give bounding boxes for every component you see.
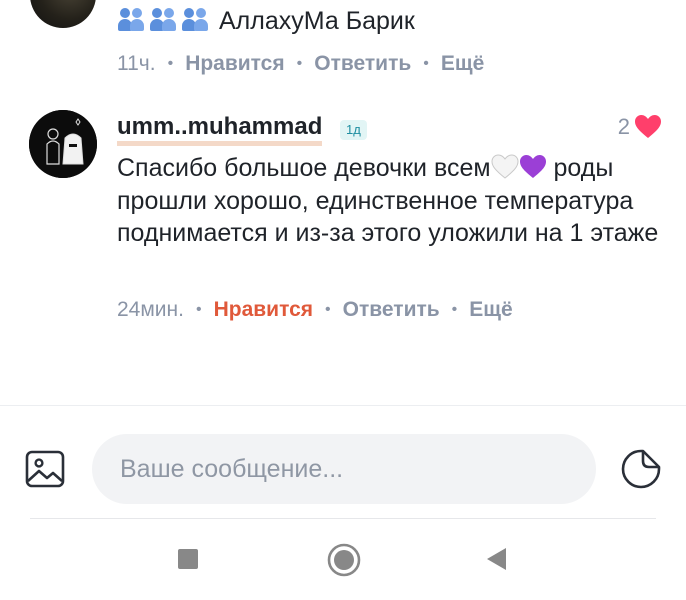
home-icon[interactable]	[327, 543, 361, 577]
separator-dot: •	[296, 55, 303, 72]
separator-dot: •	[451, 301, 458, 318]
comment-time: 11ч.	[117, 52, 156, 75]
reply-link[interactable]: Ответить	[314, 52, 411, 76]
divider	[0, 405, 686, 406]
username[interactable]: umm..muhammad	[117, 114, 323, 146]
comment-text: АллахуМа Барик	[219, 7, 415, 35]
like-link[interactable]: Нравится	[185, 52, 284, 76]
back-icon[interactable]	[484, 546, 508, 572]
more-link[interactable]: Ещё	[441, 52, 484, 76]
system-nav-bar	[0, 530, 686, 600]
separator-dot: •	[167, 55, 174, 72]
comment-text: Спасибо большое девочки всем роды прошли…	[117, 152, 665, 250]
comment-meta: 24мин. • Нравится • Ответить • Ещё	[117, 298, 513, 322]
avatar[interactable]	[30, 0, 96, 28]
people-holding-hands-icon	[181, 6, 211, 32]
separator-dot: •	[423, 55, 429, 72]
image-attach-icon[interactable]	[24, 448, 66, 490]
message-input[interactable]	[92, 434, 596, 504]
like-link[interactable]: Нравится	[214, 298, 313, 322]
recents-icon[interactable]	[178, 549, 198, 569]
comment-meta: 11ч. • Нравится • Ответить • Ещё	[117, 52, 484, 76]
people-holding-hands-icon	[149, 6, 179, 32]
previous-comment: АллахуМа Барик 11ч. • Нравится • Ответит…	[0, 0, 686, 80]
sticker-icon[interactable]	[620, 448, 662, 490]
people-holding-hands-icon	[117, 6, 147, 32]
divider	[30, 518, 656, 519]
age-badge: 1д	[340, 120, 367, 140]
likes-count: 2	[617, 114, 630, 139]
emoji-group	[117, 6, 211, 32]
more-link[interactable]: Ещё	[469, 298, 512, 322]
comment-text-part: Спасибо большое девочки всем	[117, 154, 491, 182]
purple-heart-icon	[519, 155, 546, 178]
comment: umm..muhammad 1д 2 Спасибо большое девоч…	[0, 100, 686, 340]
separator-dot: •	[325, 301, 331, 318]
avatar[interactable]	[29, 110, 97, 178]
reply-link[interactable]: Ответить	[343, 298, 440, 322]
likes[interactable]: 2	[618, 114, 662, 140]
comment-time: 24мин.	[117, 298, 184, 321]
white-heart-icon	[491, 154, 519, 179]
heart-icon[interactable]	[634, 114, 662, 140]
separator-dot: •	[195, 301, 202, 318]
message-composer	[0, 430, 686, 510]
avatar-drawing	[29, 110, 97, 178]
